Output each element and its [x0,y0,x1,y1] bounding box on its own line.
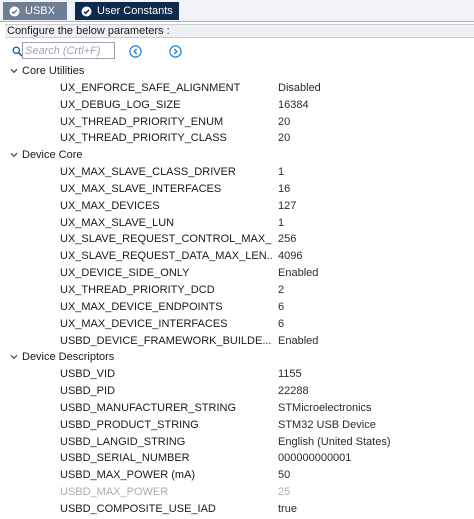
parameter-name: USBD_MAX_POWER (mA) [60,469,196,482]
parameter-value[interactable]: 4096 [278,248,302,265]
parameter-row: USBD_MAX_POWER 25 [0,484,474,501]
parameter-row[interactable]: UX_MAX_SLAVE_CLASS_DRIVER 1 [0,164,474,181]
parameter-value[interactable]: Enabled [278,265,318,282]
parameter-value[interactable]: 1 [278,215,284,232]
parameter-name: UX_ENFORCE_SAFE_ALIGNMENT [60,81,241,94]
parameter-value[interactable]: 16384 [278,97,309,114]
group-label: Core Utilities [22,65,85,77]
parameter-row[interactable]: UX_DEBUG_LOG_SIZE 16384 [0,97,474,114]
parameter-value[interactable]: 50 [278,467,290,484]
parameter-row[interactable]: USBD_VID 1155 [0,366,474,383]
parameter-tree: Core Utilities UX_ENFORCE_SAFE_ALIGNMENT D… [0,63,474,518]
parameter-value[interactable]: 256 [278,231,296,248]
parameter-name: UX_MAX_DEVICE_ENDPOINTS [60,300,223,313]
parameter-row[interactable]: USBD_PRODUCT_STRING STM32 USB Device [0,417,474,434]
parameter-value[interactable]: 1 [278,164,284,181]
tab-usbx[interactable]: USBX [3,2,67,20]
parameter-row[interactable]: UX_DEVICE_SIDE_ONLY Enabled [0,265,474,282]
parameter-name: USBD_SERIAL_NUMBER [60,452,190,465]
parameter-name: UX_SLAVE_REQUEST_DATA_MAX_LEN... [60,250,272,263]
parameter-name: USBD_PID [60,385,116,398]
group-row[interactable]: Core Utilities [0,63,474,80]
search-input[interactable] [22,42,115,59]
parameter-name: UX_THREAD_PRIORITY_ENUM [60,115,224,128]
parameter-value[interactable]: Disabled [278,80,321,97]
parameter-row[interactable]: UX_MAX_SLAVE_INTERFACES 16 [0,181,474,198]
parameter-row[interactable]: UX_THREAD_PRIORITY_CLASS 20 [0,130,474,147]
parameter-value[interactable]: 000000000001 [278,450,351,467]
parameter-name: USBD_VID [60,368,116,381]
tab-label: User Constants [97,5,173,17]
parameter-row[interactable]: UX_THREAD_PRIORITY_DCD 2 [0,282,474,299]
check-circle-icon [80,5,92,17]
chevron-right-circle-icon [169,45,182,58]
parameter-value[interactable]: 6 [278,316,284,333]
parameter-value[interactable]: true [278,501,297,518]
parameter-name: USBD_MANUFACTURER_STRING [60,401,237,414]
parameter-row[interactable]: USBD_LANGID_STRING English (United States… [0,434,474,451]
parameter-name: USBD_DEVICE_FRAMEWORK_BUILDE... [60,334,272,347]
parameter-value: 25 [278,486,291,499]
group-row[interactable]: Device Core [0,147,474,164]
parameter-row[interactable]: UX_MAX_SLAVE_LUN 1 [0,215,474,232]
parameter-value[interactable]: English (United States) [278,434,391,451]
parameter-name: USBD_PRODUCT_STRING [60,418,199,431]
chevron-down-icon[interactable] [10,349,20,366]
search-previous-button[interactable] [129,45,142,58]
parameter-name: UX_MAX_SLAVE_CLASS_DRIVER [60,166,236,179]
parameter-value[interactable]: Enabled [278,333,318,350]
parameter-value[interactable]: STM32 USB Device [278,417,376,434]
parameter-name: UX_MAX_DEVICE_INTERFACES [60,317,228,330]
parameter-name: USBD_COMPOSITE_USE_IAD [60,502,216,515]
parameter-name: UX_SLAVE_REQUEST_CONTROL_MAX_... [60,233,272,246]
parameter-row[interactable]: USBD_SERIAL_NUMBER 000000000001 [0,450,474,467]
parameter-row[interactable]: USBD_PID 22288 [0,383,474,400]
parameter-name: USBD_MAX_POWER [60,486,169,499]
parameter-name: UX_MAX_DEVICES [60,199,160,212]
parameter-value[interactable]: STMicroelectronics [278,400,372,417]
search-bar [0,41,474,61]
parameter-name: USBD_LANGID_STRING [60,435,186,448]
parameter-row[interactable]: UX_ENFORCE_SAFE_ALIGNMENT Disabled [0,80,474,97]
chevron-left-circle-icon [129,45,142,58]
parameter-name: UX_MAX_SLAVE_LUN [60,216,175,229]
parameter-name: UX_THREAD_PRIORITY_DCD [60,283,215,296]
parameter-name: UX_THREAD_PRIORITY_CLASS [60,132,227,145]
chevron-down-icon[interactable] [10,63,20,80]
parameter-row[interactable]: UX_SLAVE_REQUEST_CONTROL_MAX_... 256 [0,231,474,248]
parameter-row[interactable]: UX_SLAVE_REQUEST_DATA_MAX_LEN... 4096 [0,248,474,265]
parameter-row[interactable]: USBD_MAX_POWER (mA) 50 [0,467,474,484]
parameter-row[interactable]: UX_MAX_DEVICES 127 [0,198,474,215]
tab-user-constants[interactable]: User Constants [75,2,179,20]
parameter-value[interactable]: 127 [278,198,296,215]
parameter-value[interactable]: 20 [278,130,290,147]
parameter-value[interactable]: 16 [278,181,290,198]
parameter-value[interactable]: 2 [278,282,284,299]
parameter-value[interactable]: 22288 [278,383,309,400]
chevron-down-icon[interactable] [10,147,20,164]
parameter-name: UX_DEVICE_SIDE_ONLY [60,267,190,280]
group-label: Device Descriptors [22,351,115,364]
check-circle-icon [8,5,20,17]
parameter-row[interactable]: USBD_COMPOSITE_USE_IAD true [0,501,474,518]
tab-label: USBX [25,5,55,17]
parameter-value[interactable]: 1155 [278,366,302,383]
section-header: Configure the below parameters : [5,24,474,38]
parameter-row[interactable]: USBD_DEVICE_FRAMEWORK_BUILDE... Enabled [0,333,474,350]
parameter-row[interactable]: UX_THREAD_PRIORITY_ENUM 20 [0,114,474,131]
parameter-row[interactable]: USBD_MANUFACTURER_STRING STMicroelectroni… [0,400,474,417]
group-label: Device Core [22,149,83,162]
parameter-name: UX_MAX_SLAVE_INTERFACES [60,182,222,195]
search-next-button[interactable] [169,45,182,58]
parameter-name: UX_DEBUG_LOG_SIZE [60,98,181,111]
parameter-value[interactable]: 20 [278,114,290,131]
tab-bar: USBX User Constants [0,0,474,22]
group-row[interactable]: Device Descriptors [0,349,474,366]
user-constants-panel: USBX User Constants Configure the below … [0,0,474,519]
parameter-row[interactable]: UX_MAX_DEVICE_INTERFACES 6 [0,316,474,333]
parameter-value[interactable]: 6 [278,299,284,316]
parameter-row[interactable]: UX_MAX_DEVICE_ENDPOINTS 6 [0,299,474,316]
